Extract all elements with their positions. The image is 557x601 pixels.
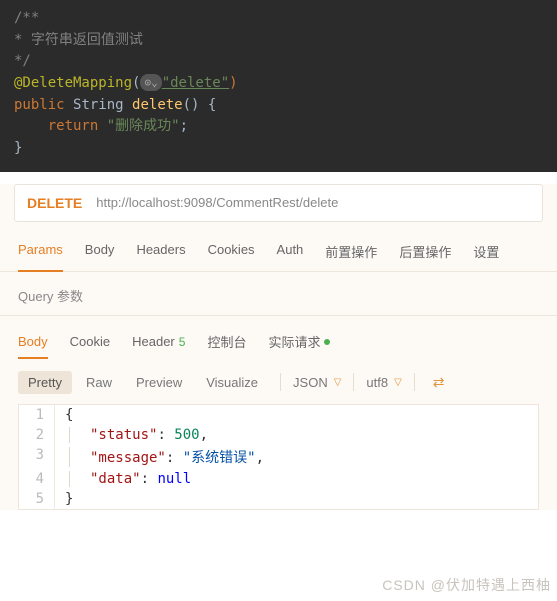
format-icon[interactable]: ⇄ <box>427 374 451 391</box>
line-content: "data": null <box>55 469 191 489</box>
comment-line: /** <box>14 8 543 30</box>
json-line: 1{ <box>19 405 538 425</box>
code-editor: /** * 字符串返回值测试 */ @DeleteMapping(⊙⌄"dele… <box>0 0 557 172</box>
comment-line: * 字符串返回值测试 <box>14 30 543 52</box>
response-body: 1{2"status": 500,3"message": "系统错误",4"da… <box>18 404 539 510</box>
line-number: 5 <box>19 489 55 509</box>
json-line: 5} <box>19 489 538 509</box>
resp-tab-actual[interactable]: 实际请求 <box>268 326 330 361</box>
request-tabs: Params Body Headers Cookies Auth 前置操作 后置… <box>0 234 557 272</box>
line-number: 3 <box>19 445 55 469</box>
request-bar: DELETE http://localhost:9098/CommentRest… <box>14 184 543 222</box>
line-content: } <box>55 489 73 509</box>
encoding-select[interactable]: utf8▽ <box>366 375 401 390</box>
view-raw-button[interactable]: Raw <box>76 371 122 394</box>
close-brace: } <box>14 138 543 160</box>
separator <box>280 373 281 391</box>
tab-cookies[interactable]: Cookies <box>208 234 255 271</box>
line-number: 4 <box>19 469 55 489</box>
response-tabs: Body Cookie Header5 控制台 实际请求 <box>0 316 557 361</box>
tab-auth[interactable]: Auth <box>277 234 304 271</box>
status-dot-icon <box>324 339 330 345</box>
resp-tab-body[interactable]: Body <box>18 328 48 359</box>
line-content: "status": 500, <box>55 425 208 445</box>
json-line: 3"message": "系统错误", <box>19 445 538 469</box>
tab-post-op[interactable]: 后置操作 <box>399 234 451 271</box>
comment-line: */ <box>14 51 543 73</box>
api-client: DELETE http://localhost:9098/CommentRest… <box>0 184 557 510</box>
annotation-line: @DeleteMapping(⊙⌄"delete") <box>14 73 543 95</box>
separator <box>414 373 415 391</box>
watermark: CSDN @伏加特遇上西柚 <box>382 575 551 595</box>
response-toolbar: Pretty Raw Preview Visualize JSON▽ utf8▽… <box>0 361 557 404</box>
query-params-label: Query 参数 <box>0 272 557 316</box>
http-method[interactable]: DELETE <box>27 195 82 211</box>
header-count-badge: 5 <box>179 335 186 349</box>
line-number: 1 <box>19 405 55 425</box>
view-pretty-button[interactable]: Pretty <box>18 371 72 394</box>
chevron-down-icon: ▽ <box>334 377 342 388</box>
line-number: 2 <box>19 425 55 445</box>
request-url[interactable]: http://localhost:9098/CommentRest/delete <box>96 195 338 210</box>
chevron-down-icon: ▽ <box>394 377 402 388</box>
tab-params[interactable]: Params <box>18 234 63 271</box>
annotation: @DeleteMapping <box>14 75 132 91</box>
line-content: { <box>55 405 73 425</box>
return-line: return "删除成功"; <box>14 116 543 138</box>
resp-tab-console[interactable]: 控制台 <box>207 326 246 361</box>
tab-pre-op[interactable]: 前置操作 <box>325 234 377 271</box>
annotation-arg: "delete" <box>162 75 229 91</box>
method-signature: public String delete() { <box>14 95 543 117</box>
json-line: 4"data": null <box>19 469 538 489</box>
tab-headers[interactable]: Headers <box>136 234 185 271</box>
view-visualize-button[interactable]: Visualize <box>196 371 268 394</box>
resp-tab-cookie[interactable]: Cookie <box>70 328 110 359</box>
separator <box>353 373 354 391</box>
resp-tab-header[interactable]: Header5 <box>132 328 185 359</box>
tab-settings[interactable]: 设置 <box>473 234 499 271</box>
view-preview-button[interactable]: Preview <box>126 371 192 394</box>
tab-body[interactable]: Body <box>85 234 115 271</box>
format-select[interactable]: JSON▽ <box>293 375 341 390</box>
param-hint-icon: ⊙⌄ <box>140 74 161 91</box>
json-line: 2"status": 500, <box>19 425 538 445</box>
line-content: "message": "系统错误", <box>55 445 264 469</box>
